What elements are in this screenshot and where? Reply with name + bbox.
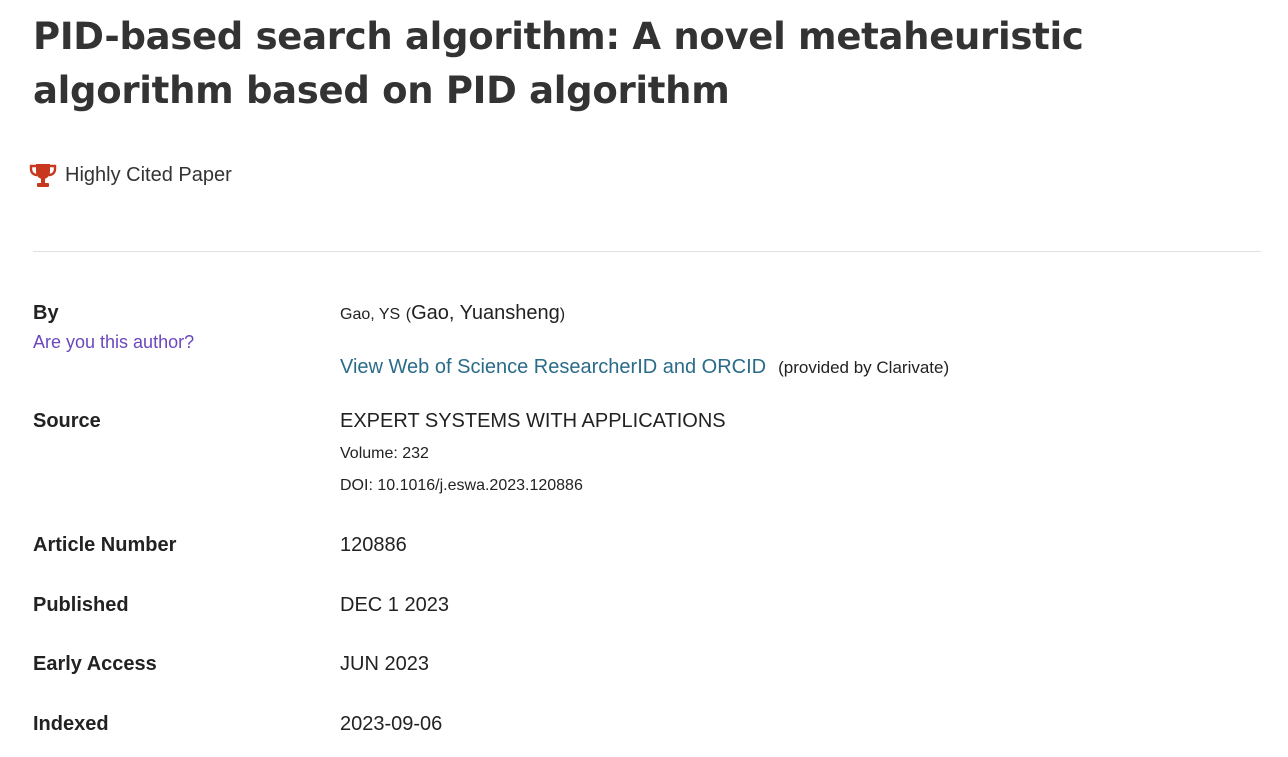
published-label: Published: [33, 594, 129, 616]
field-early-access: Early Access JUN 2023: [33, 653, 1261, 683]
indexed-label: Indexed: [33, 713, 109, 735]
field-article-number: Article Number 120886: [33, 534, 1261, 564]
highly-cited-label: Highly Cited Paper: [65, 163, 232, 186]
field-indexed: Indexed 2023-09-06: [33, 713, 1261, 743]
author-paren-close: ): [559, 306, 566, 323]
journal-name: EXPERT SYSTEMS WITH APPLICATIONS: [340, 410, 726, 432]
record-container: PID-based search algorithm: A novel meta…: [29, 10, 1261, 735]
page-title: PID-based search algorithm: A novel meta…: [33, 15, 1084, 112]
author-short: Gao, YS: [340, 306, 401, 323]
doi-value: 10.1016/j.eswa.2023.120886: [377, 477, 583, 494]
field-source: Source EXPERT SYSTEMS WITH APPLICATIONS …: [33, 410, 1261, 510]
indexed-value: 2023-09-06: [340, 713, 443, 735]
provided-by-clarivate: (provided by Clarivate): [778, 358, 950, 377]
highly-cited-badge: Highly Cited Paper: [29, 160, 232, 190]
source-label: Source: [33, 410, 101, 432]
doi-line: DOI: 10.1016/j.eswa.2023.120886: [340, 477, 583, 495]
field-published: Published DEC 1 2023: [33, 594, 1261, 624]
author-full-name: Gao, Yuansheng: [411, 302, 560, 324]
volume: Volume: 232: [340, 445, 429, 462]
author-value: Gao, YS (Gao, Yuansheng): [340, 302, 565, 325]
divider: [33, 251, 1261, 252]
field-by: By Are you this author? Gao, YS (Gao, Yu…: [33, 302, 1261, 392]
published-value: DEC 1 2023: [340, 594, 449, 616]
article-number-label: Article Number: [33, 534, 177, 556]
article-number-value: 120886: [340, 534, 407, 556]
are-you-this-author-link[interactable]: Are you this author?: [33, 332, 194, 353]
early-access-label: Early Access: [33, 653, 157, 675]
doi-label: DOI:: [340, 477, 373, 494]
researcher-id-link[interactable]: View Web of Science ResearcherID and ORC…: [340, 356, 766, 378]
researcher-id-line: View Web of Science ResearcherID and ORC…: [340, 356, 949, 379]
trophy-icon: [29, 162, 57, 188]
by-label: By: [33, 302, 59, 324]
early-access-value: JUN 2023: [340, 653, 429, 675]
